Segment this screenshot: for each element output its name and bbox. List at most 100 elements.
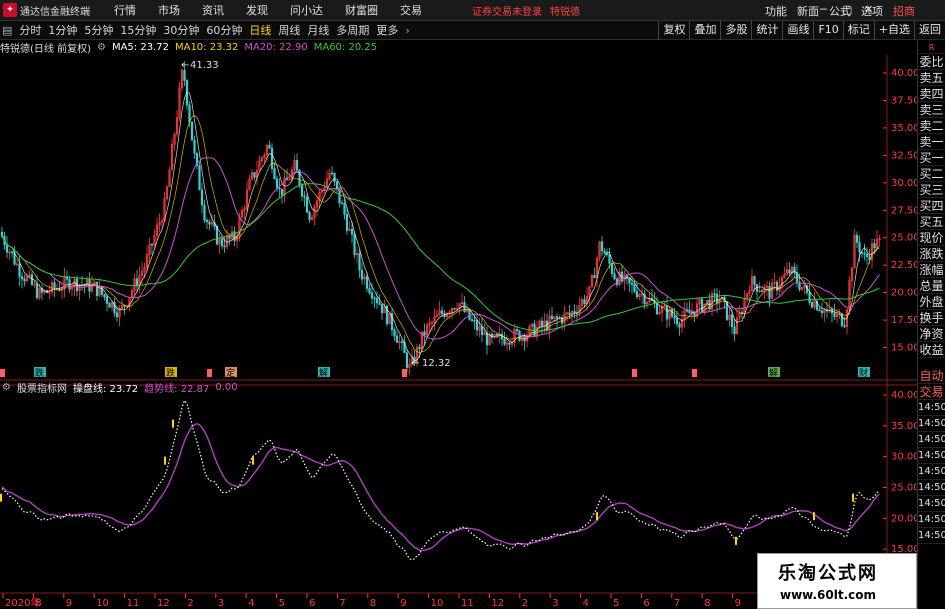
- period-daily[interactable]: 日线: [249, 22, 271, 38]
- candle-body: [470, 319, 474, 321]
- candle-body: [268, 145, 271, 149]
- candle-body: [843, 325, 846, 328]
- side-item[interactable]: 卖一: [918, 134, 945, 150]
- ma5-line: [1, 91, 880, 362]
- ma10-value: MA10: 23.32: [174, 42, 239, 53]
- time-tick-label: 12: [157, 598, 170, 609]
- menu-shichang[interactable]: 市场: [158, 2, 180, 18]
- side-item[interactable]: 换手: [918, 310, 945, 326]
- time-tick-label: 11: [127, 598, 140, 609]
- candle-body: [280, 188, 284, 196]
- time-tick-label: 9: [735, 598, 741, 609]
- side-item[interactable]: 卖四: [918, 86, 945, 102]
- candle-body: [753, 276, 756, 285]
- kline-chart[interactable]: 40.0037.5035.0032.5030.0027.5025.0022.50…: [0, 40, 917, 609]
- toolbar-grid-icon[interactable]: ▤: [2, 24, 12, 37]
- biaoji-button[interactable]: 标记: [842, 21, 874, 40]
- candle-body: [330, 172, 334, 175]
- fuquan-button[interactable]: 复权: [658, 21, 689, 40]
- side-item[interactable]: 买三: [918, 182, 945, 198]
- side-item[interactable]: 买四: [918, 198, 945, 214]
- side-time-item[interactable]: 14:50: [918, 512, 945, 528]
- menu-xinmian[interactable]: 新面: [797, 3, 819, 19]
- side-item[interactable]: 买二: [918, 166, 945, 182]
- menu-hangqing[interactable]: 行情: [114, 2, 136, 18]
- trend-line: [1, 422, 880, 551]
- candle-body: [305, 196, 309, 213]
- side-item[interactable]: 买一: [918, 150, 945, 166]
- tongji-button[interactable]: 统计: [751, 21, 782, 40]
- candle-body: [108, 303, 111, 308]
- period-15min[interactable]: 15分钟: [120, 22, 156, 38]
- candle-body: [858, 242, 861, 253]
- duogu-button[interactable]: 多股: [720, 21, 751, 40]
- side-time-item[interactable]: 14:50: [918, 464, 945, 480]
- menu-jiaoyi[interactable]: 交易: [400, 2, 422, 18]
- period-weekly[interactable]: 周线: [278, 22, 300, 38]
- back-button[interactable]: 返回: [914, 21, 945, 40]
- period-30min[interactable]: 30分钟: [163, 22, 199, 38]
- candle-body: [480, 326, 484, 336]
- candle-body: [370, 292, 374, 299]
- side-item[interactable]: 卖三: [918, 102, 945, 118]
- menu-caifuquan[interactable]: 财富圈: [345, 2, 378, 18]
- candle-body: [495, 334, 499, 336]
- restore-icon[interactable]: ▢: [842, 3, 852, 16]
- side-time-item[interactable]: 14:50: [918, 432, 945, 448]
- time-tick-label: 7: [339, 598, 345, 609]
- side-time-item[interactable]: 14:50: [918, 496, 945, 512]
- period-5min[interactable]: 5分钟: [84, 22, 113, 38]
- time-tick-label: 4: [583, 598, 589, 609]
- side-item[interactable]: 总量: [918, 278, 945, 294]
- candle-body: [670, 309, 674, 317]
- candle-body: [583, 299, 586, 305]
- signal-bar: [164, 456, 166, 465]
- indicator-gear-icon[interactable]: ⚙: [2, 382, 11, 393]
- login-notice[interactable]: 证券交易未登录: [472, 3, 542, 18]
- period-60min[interactable]: 60分钟: [206, 22, 242, 38]
- candle-body: [573, 311, 576, 314]
- period-1min[interactable]: 1分钟: [48, 22, 77, 38]
- side-time-item[interactable]: 14:50: [918, 400, 945, 416]
- period-multi[interactable]: 多周期: [336, 22, 369, 38]
- side-item[interactable]: 委比: [918, 54, 945, 70]
- diejia-button[interactable]: 叠加: [689, 21, 720, 40]
- side-item[interactable]: 外盘: [918, 294, 945, 310]
- chevron-right-icon[interactable]: ›: [405, 24, 409, 37]
- menu-faxian[interactable]: 发现: [246, 2, 268, 18]
- side-item[interactable]: 现价: [918, 230, 945, 246]
- huaxian-button[interactable]: 画线: [782, 21, 813, 40]
- menu-zixun[interactable]: 资讯: [202, 2, 224, 18]
- side-time-item[interactable]: 14:50: [918, 448, 945, 464]
- side-item[interactable]: 收益: [918, 342, 945, 358]
- minimize-icon[interactable]: ─: [820, 3, 827, 16]
- menu-wenxiaoda[interactable]: 问小达: [290, 2, 323, 18]
- add-watchlist-button[interactable]: +自选: [873, 21, 914, 40]
- period-monthly[interactable]: 月线: [307, 22, 329, 38]
- side-item[interactable]: 涨跌: [918, 246, 945, 262]
- close-icon[interactable]: ✕: [864, 3, 873, 16]
- side-item[interactable]: 卖五: [918, 70, 945, 86]
- menu-gongneng[interactable]: 功能: [765, 3, 787, 19]
- settings-gear-icon[interactable]: ⚙: [97, 42, 106, 53]
- f10-button[interactable]: F10: [813, 21, 842, 40]
- ma60-line: [1, 183, 880, 332]
- side-trade-item[interactable]: 自动: [918, 368, 945, 384]
- time-tick-label: 6: [309, 598, 315, 609]
- side-time-item[interactable]: 14:50: [918, 480, 945, 496]
- side-item[interactable]: 涨幅: [918, 262, 945, 278]
- low-price-annotation: 12.32: [422, 358, 451, 369]
- side-time-item[interactable]: 14:50: [918, 416, 945, 432]
- side-item[interactable]: 卖二: [918, 118, 945, 134]
- period-fenshi[interactable]: 分时: [19, 22, 41, 38]
- side-trade-item[interactable]: 交易: [918, 384, 945, 400]
- candle-body: [350, 228, 354, 235]
- side-item[interactable]: 买五: [918, 214, 945, 230]
- side-item[interactable]: 净资: [918, 326, 945, 342]
- candle-body: [183, 69, 186, 81]
- candle-body: [715, 293, 719, 304]
- period-more[interactable]: 更多: [376, 22, 398, 38]
- high-arrow-icon: ←: [181, 60, 189, 71]
- quote-side-panel: R 委比 卖五 卖四 卖三 卖二 卖一 买一 买二 买三 买四 买五 现价 涨跌 涨幅 总量 外盘 换手 净资 收益…: [917, 40, 945, 609]
- side-time-item[interactable]: 14:50: [918, 528, 945, 544]
